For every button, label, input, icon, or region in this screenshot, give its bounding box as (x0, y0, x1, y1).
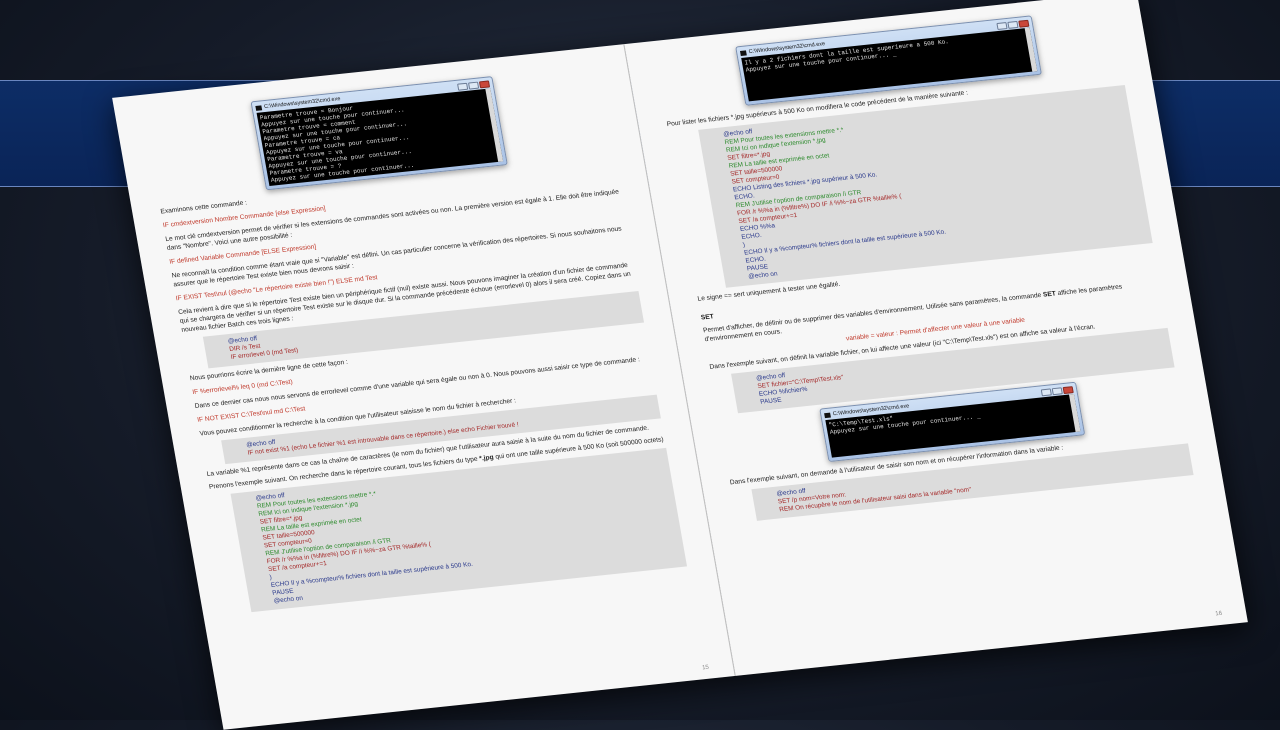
close-button[interactable] (1017, 19, 1029, 28)
scrollbar[interactable] (1024, 27, 1037, 72)
close-button[interactable] (1062, 386, 1074, 395)
minimize-button[interactable] (1040, 388, 1052, 397)
minimize-button[interactable] (995, 22, 1008, 31)
console-icon (739, 50, 747, 57)
code-line: SET /p nom=Votre nom: (777, 491, 847, 506)
bold-run: SET (1042, 290, 1057, 299)
book-spread: C:\Windows\system32\cmd.exe Parametre tr… (112, 0, 1248, 730)
page-number: 15 (701, 664, 710, 672)
console-icon (823, 412, 831, 419)
maximize-button[interactable] (1006, 20, 1019, 29)
maximize-button[interactable] (1051, 387, 1063, 396)
right-page: C:\Windows\system32\cmd.exe Il y a 2 fic… (624, 0, 1248, 676)
console-window: C:\Windows\system32\cmd.exe Parametre tr… (250, 76, 508, 191)
console-icon (254, 105, 262, 111)
page-number: 16 (1214, 610, 1223, 618)
minimize-button[interactable] (456, 82, 468, 91)
close-button[interactable] (478, 80, 490, 89)
scrollbar[interactable] (1068, 394, 1081, 433)
bold-run: *.jpg (478, 454, 495, 463)
maximize-button[interactable] (467, 81, 479, 90)
